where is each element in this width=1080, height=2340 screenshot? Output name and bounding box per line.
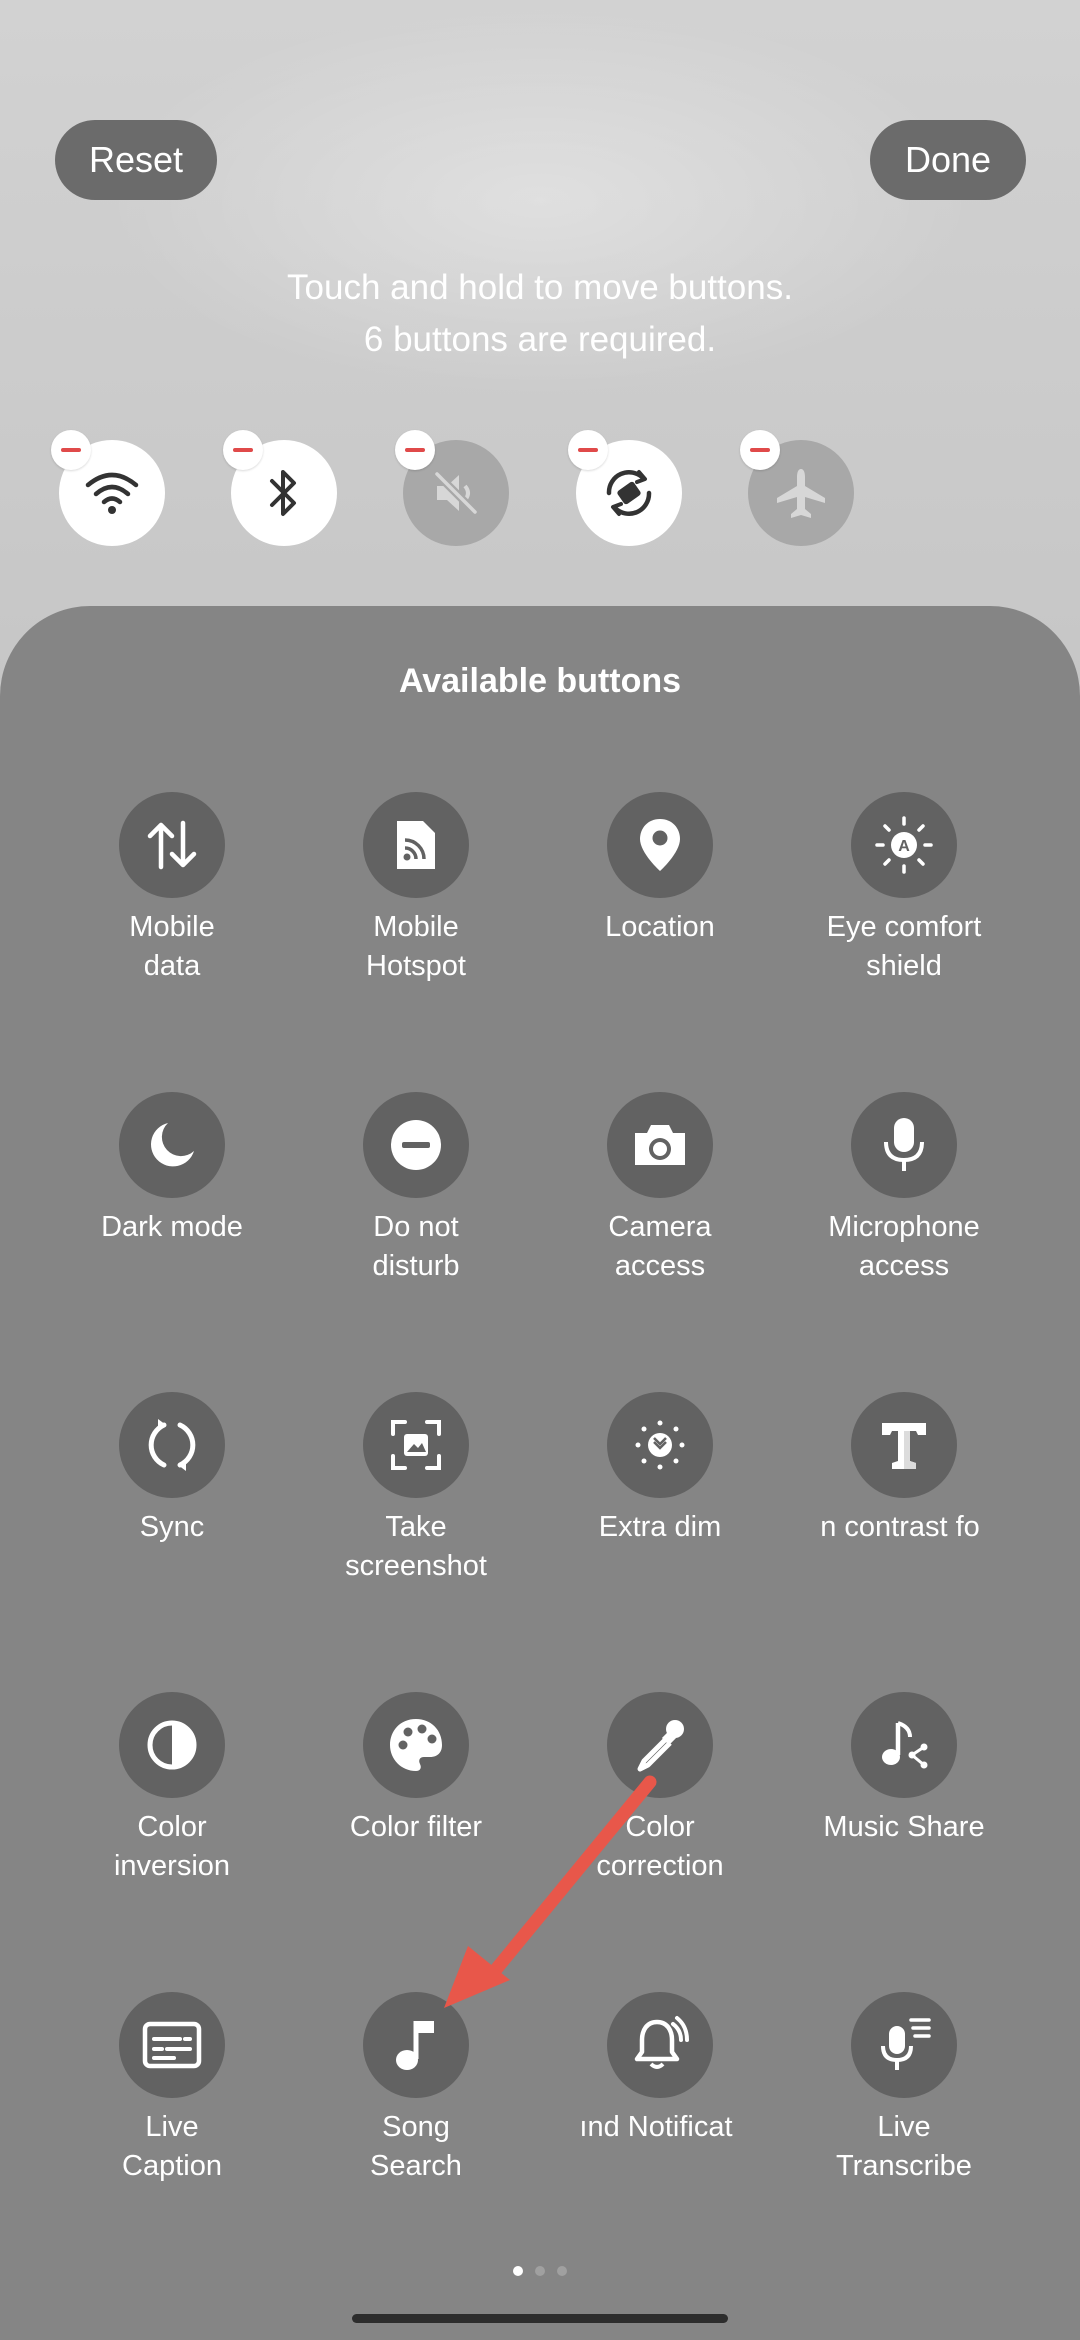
grid-label: Mobile data	[129, 911, 215, 982]
grid-item-color-filter[interactable]: Color filter	[296, 1692, 536, 1847]
grid-label: Do not disturb	[372, 1211, 460, 1282]
grid-label: Color inversion	[113, 1811, 231, 1882]
done-button[interactable]: Done	[870, 120, 1026, 200]
panel-title: Available buttons	[398, 662, 682, 700]
sound-muted-icon	[434, 471, 478, 515]
grid-label: Take screenshot	[345, 1511, 487, 1582]
transcribe-icon	[851, 1992, 957, 2098]
grid-label: Extra dim	[598, 1511, 722, 1543]
music-note-icon	[363, 1992, 469, 2098]
home-indicator[interactable]	[352, 2314, 728, 2323]
grid-item-take-screenshot[interactable]: Take screenshot	[296, 1392, 536, 1586]
grid-item-dark-mode[interactable]: Dark mode	[52, 1092, 292, 1247]
grid-item-live-transcribe[interactable]: Live Transcribe	[784, 1992, 1024, 2186]
sync-icon	[119, 1392, 225, 1498]
grid-label: Color filter	[349, 1811, 483, 1843]
active-tile-wifi[interactable]	[51, 430, 165, 546]
auto-rotate-icon	[606, 470, 652, 516]
grid-label: Color correction	[596, 1811, 724, 1882]
grid-item-extra-dim[interactable]: Extra dim	[540, 1392, 780, 1547]
hint-line-2: 6 buttons are required.	[363, 320, 717, 359]
microphone-icon	[851, 1092, 957, 1198]
sound-notification-icon	[607, 1992, 713, 2098]
grid-item-sync[interactable]: Sync	[52, 1392, 292, 1547]
remove-badge-icon[interactable]	[51, 430, 91, 470]
grid-label: Song Search	[370, 2111, 462, 2182]
mobile-data-icon	[119, 792, 225, 898]
grid-item-mobile-data[interactable]: Mobile data	[52, 792, 292, 986]
grid-label: Sync	[139, 1511, 205, 1543]
page-dot[interactable]	[513, 2266, 523, 2276]
remove-badge-icon[interactable]	[395, 430, 435, 470]
palette-icon	[363, 1692, 469, 1798]
airplane-mode-icon	[777, 469, 825, 518]
svg-text:A: A	[898, 838, 910, 855]
hotspot-icon	[363, 792, 469, 898]
page-dot[interactable]	[535, 2266, 545, 2276]
grid-label: n contrast fo	[820, 1511, 980, 1543]
grid-item-live-caption[interactable]: Live Caption	[52, 1992, 292, 2186]
grid-label: ınd Notificat	[579, 2111, 733, 2143]
high-contrast-font-icon	[851, 1392, 957, 1498]
screenshot-icon	[363, 1392, 469, 1498]
active-tile-airplane[interactable]	[740, 430, 854, 546]
camera-icon	[607, 1092, 713, 1198]
grid-item-do-not-disturb[interactable]: Do not disturb	[296, 1092, 536, 1286]
grid-item-camera-access[interactable]: Camera access	[540, 1092, 780, 1286]
grid-label: Live Caption	[122, 2111, 222, 2182]
remove-badge-icon[interactable]	[223, 430, 263, 470]
active-tile-sound[interactable]	[395, 430, 509, 546]
remove-badge-icon[interactable]	[568, 430, 608, 470]
page-dot[interactable]	[557, 2266, 567, 2276]
grid-item-eye-comfort[interactable]: A Eye comfort shield	[784, 792, 1024, 986]
grid-item-microphone-access[interactable]: Microphone access	[784, 1092, 1024, 1286]
grid-label: Microphone access	[828, 1211, 980, 1282]
grid-item-song-search[interactable]: Song Search	[296, 1992, 536, 2186]
caption-icon	[119, 1992, 225, 2098]
grid-item-high-contrast-fonts[interactable]: n contrast fo	[784, 1392, 1024, 1547]
wifi-icon	[85, 472, 139, 514]
available-buttons-panel: Available buttons Mobile data Mobile Hot…	[0, 606, 1080, 2340]
music-share-icon	[851, 1692, 957, 1798]
active-tile-auto-rotate[interactable]	[568, 430, 682, 546]
color-inversion-icon	[119, 1692, 225, 1798]
extra-dim-icon	[607, 1392, 713, 1498]
grid-label: Mobile Hotspot	[366, 911, 466, 982]
grid-item-mobile-hotspot[interactable]: Mobile Hotspot	[296, 792, 536, 986]
eye-comfort-icon: A	[851, 792, 957, 898]
hint-line-1: Touch and hold to move buttons.	[287, 268, 793, 307]
grid-label: Eye comfort shield	[826, 911, 982, 982]
do-not-disturb-icon	[363, 1092, 469, 1198]
active-buttons-row	[0, 430, 1080, 570]
moon-icon	[119, 1092, 225, 1198]
grid-item-music-share[interactable]: Music Share	[784, 1692, 1024, 1847]
grid-item-color-correction[interactable]: Color correction	[540, 1692, 780, 1886]
reset-button[interactable]: Reset	[55, 120, 217, 200]
eyedropper-icon	[607, 1692, 713, 1798]
grid-label: Music Share	[823, 1811, 985, 1843]
grid-item-sound-notification[interactable]: ınd Notificat	[540, 1992, 780, 2147]
grid-label: Location	[605, 911, 715, 943]
grid-label: Live Transcribe	[836, 2111, 972, 2182]
grid-label: Dark mode	[101, 1211, 243, 1243]
active-tile-bluetooth[interactable]	[223, 430, 337, 546]
location-icon	[607, 792, 713, 898]
remove-badge-icon[interactable]	[740, 430, 780, 470]
grid-item-color-inversion[interactable]: Color inversion	[52, 1692, 292, 1886]
page-indicator	[0, 2266, 1080, 2276]
grid-item-location[interactable]: Location	[540, 792, 780, 947]
bluetooth-icon	[270, 470, 296, 516]
grid-label: Camera access	[608, 1211, 712, 1282]
